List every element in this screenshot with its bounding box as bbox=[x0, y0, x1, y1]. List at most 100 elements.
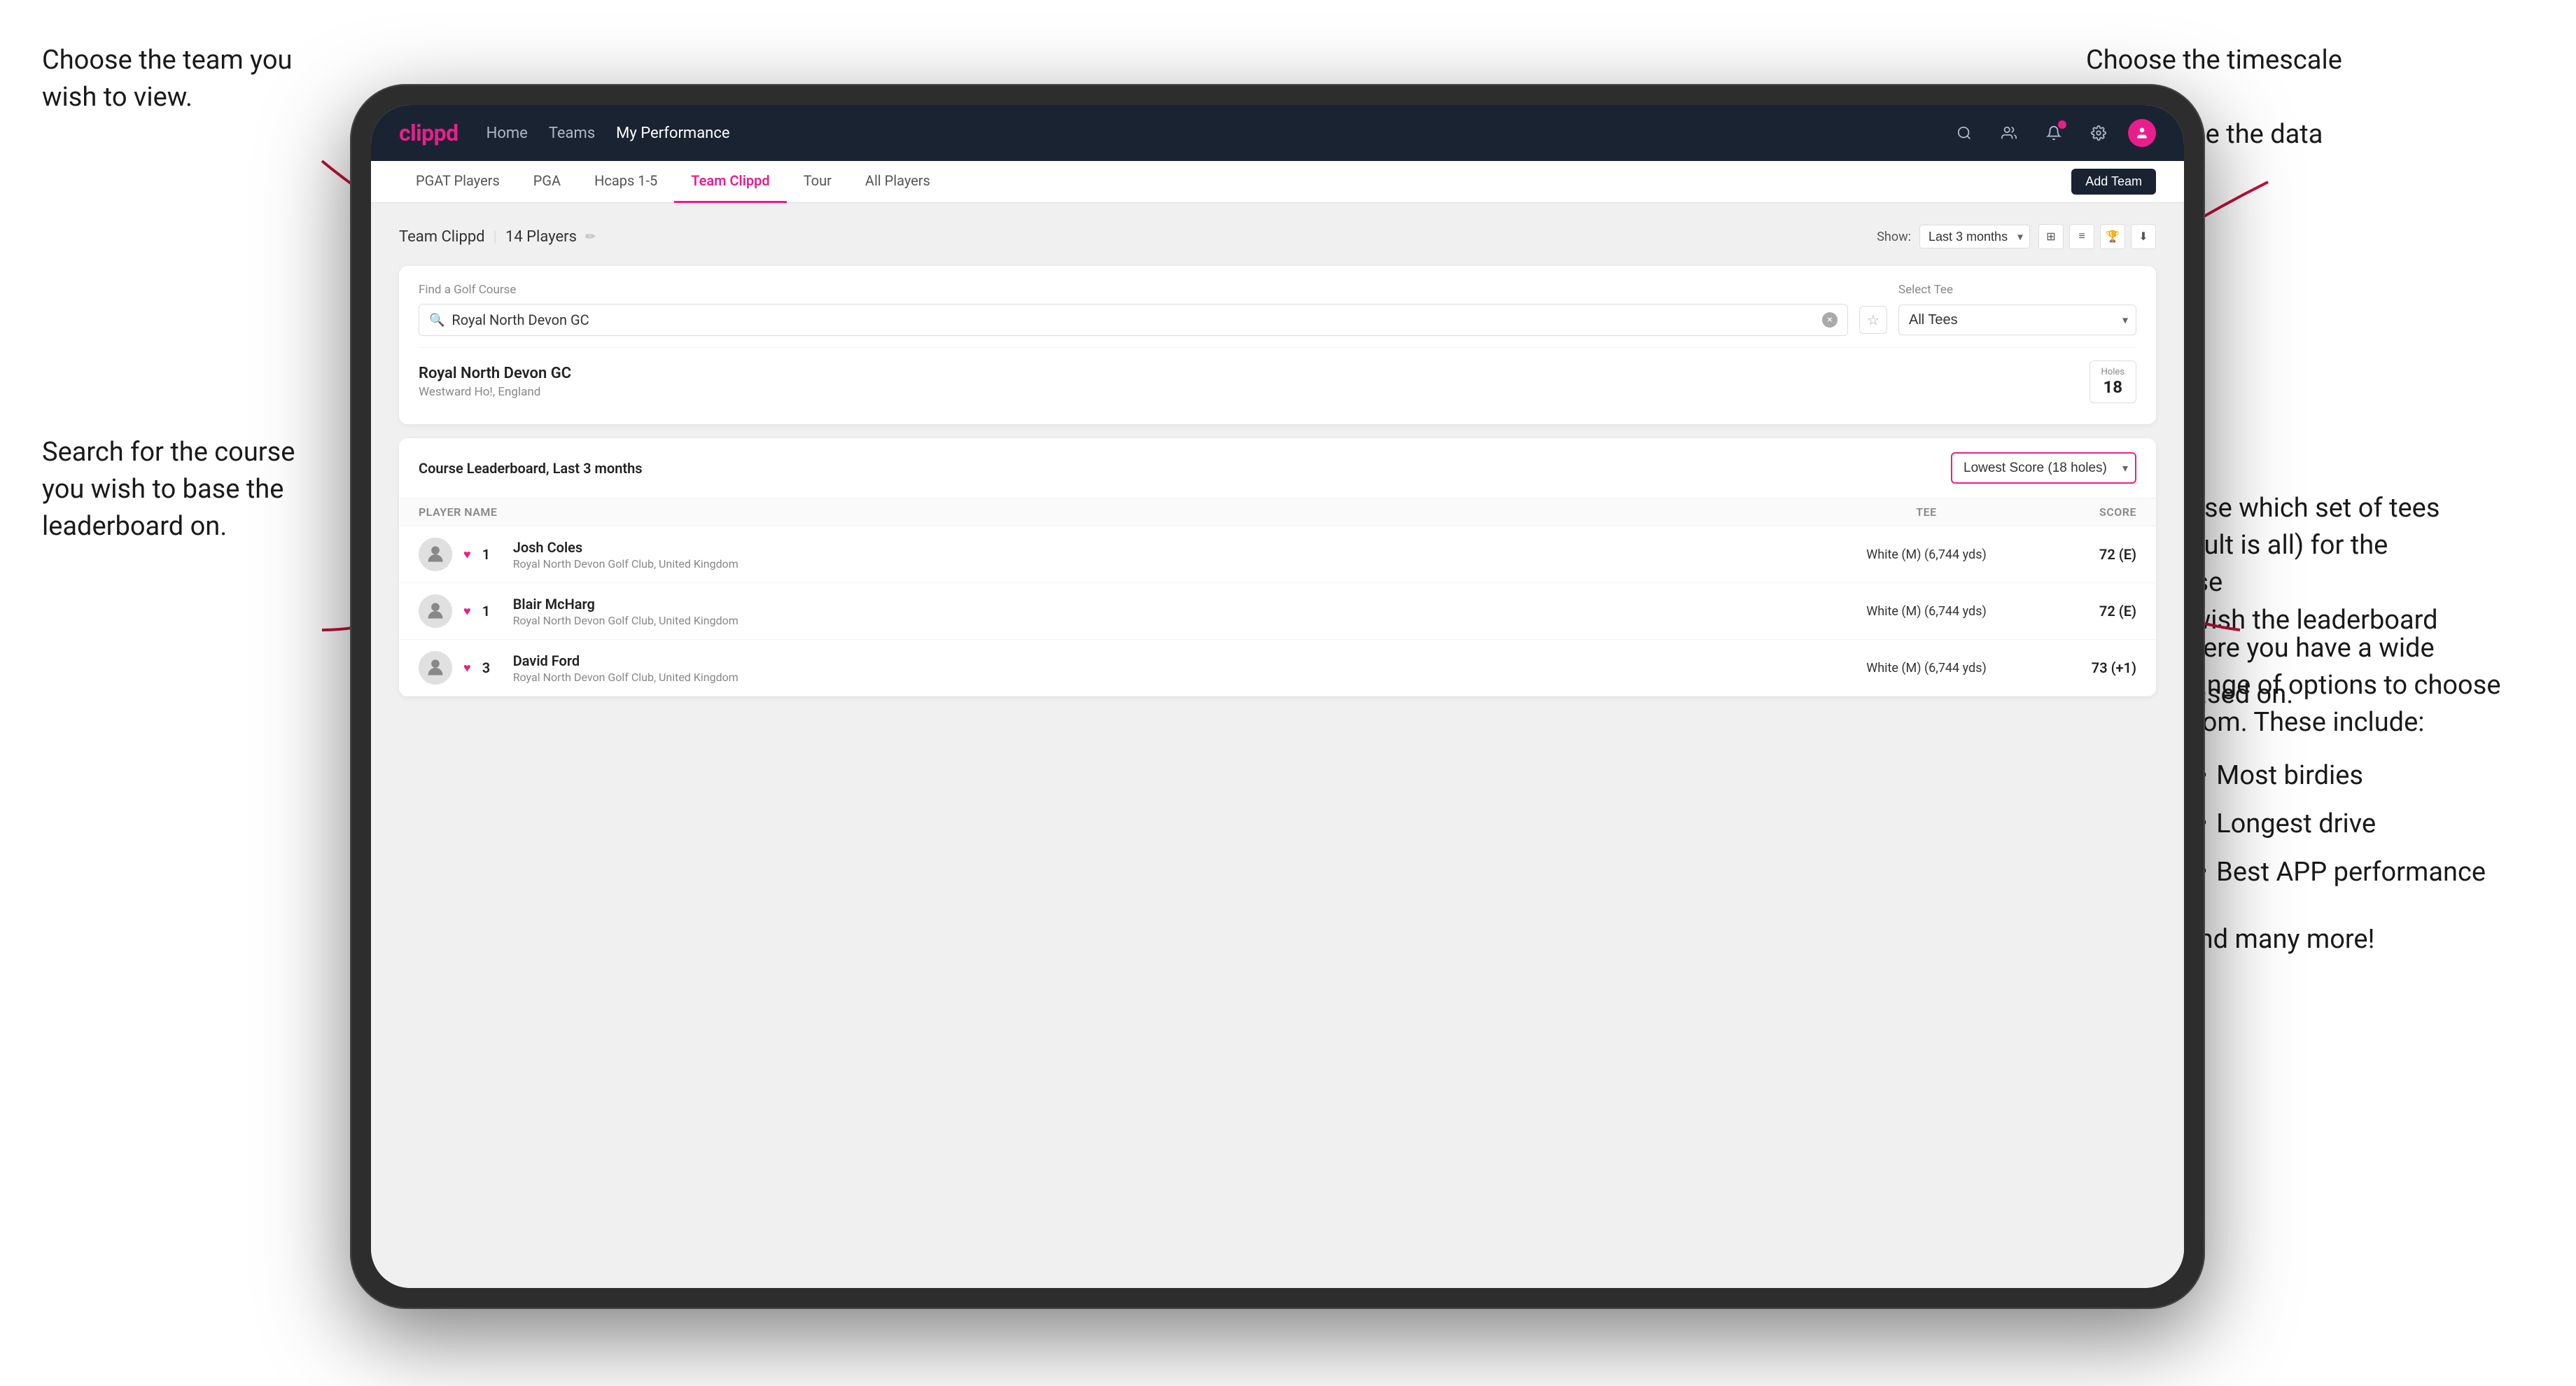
time-period-wrapper: Last 3 months bbox=[1919, 225, 2030, 248]
table-row: ♥ 1 Blair McHarg Royal North Devon Golf … bbox=[399, 583, 2156, 640]
options-list: Most birdies Longest drive Best APP perf… bbox=[2198, 756, 2506, 893]
course-name: Royal North Devon GC bbox=[419, 365, 571, 382]
nav-icon-group bbox=[1949, 118, 2156, 148]
show-controls: Show: Last 3 months ⊞ ≡ 🏆 ⬇ bbox=[1877, 224, 2156, 249]
leaderboard-table: PLAYER NAME TEE SCORE ♥ 1 bbox=[399, 498, 2156, 696]
leaderboard-title: Course Leaderboard, Last 3 months bbox=[419, 460, 643, 477]
player-heart-3: ♥ bbox=[463, 661, 471, 676]
col-header-tee: TEE bbox=[1828, 505, 2024, 519]
and-more-text: and many more! bbox=[2184, 921, 2506, 958]
player-rank-3: 3 bbox=[482, 659, 502, 676]
player-info-1: Josh Coles Royal North Devon Golf Club, … bbox=[513, 539, 738, 570]
ipad-device: clippd Home Teams My Performance bbox=[350, 84, 2205, 1309]
search-clear-button[interactable]: × bbox=[1822, 312, 1837, 328]
player-club-3: Royal North Devon Golf Club, United King… bbox=[513, 671, 738, 684]
tab-tour[interactable]: Tour bbox=[787, 161, 848, 203]
col-header-player: PLAYER NAME bbox=[419, 505, 1828, 519]
tab-list: PGAT Players PGA Hcaps 1-5 Team Clippd T… bbox=[399, 161, 947, 203]
nav-my-performance[interactable]: My Performance bbox=[616, 125, 729, 142]
search-input-row: 🔍 Royal North Devon GC × ☆ All Tees bbox=[419, 304, 2136, 336]
download-button[interactable]: ⬇ bbox=[2131, 224, 2156, 249]
grid-view-button[interactable]: ⊞ bbox=[2038, 224, 2064, 249]
course-details: Royal North Devon GC Westward Ho!, Engla… bbox=[419, 365, 571, 399]
search-section: Find a Golf Course Select Tee 🔍 Royal No… bbox=[399, 266, 2156, 424]
tee-select[interactable]: All Tees bbox=[1898, 304, 2136, 335]
team-name: Team Clippd bbox=[399, 228, 485, 246]
add-team-button[interactable]: Add Team bbox=[2071, 169, 2156, 195]
list-view-button[interactable]: ≡ bbox=[2069, 224, 2094, 249]
score-cell-3: 73 (+1) bbox=[2024, 659, 2136, 676]
edit-icon[interactable]: ✏ bbox=[585, 230, 596, 244]
tee-select-wrapper: All Tees bbox=[1898, 304, 2136, 335]
nav-links: Home Teams My Performance bbox=[486, 125, 730, 142]
player-info-3: David Ford Royal North Devon Golf Club, … bbox=[513, 652, 738, 684]
player-heart-1: ♥ bbox=[463, 547, 471, 562]
player-rank-2: 1 bbox=[482, 603, 502, 620]
player-club-1: Royal North Devon Golf Club, United King… bbox=[513, 557, 738, 570]
player-count: 14 Players bbox=[505, 228, 577, 246]
ipad-screen: clippd Home Teams My Performance bbox=[371, 105, 2184, 1288]
view-icon-group: ⊞ ≡ 🏆 ⬇ bbox=[2038, 224, 2156, 249]
main-content: Team Clippd | 14 Players ✏ Show: Last 3 … bbox=[371, 203, 2184, 1288]
tee-cell-2: White (M) (6,744 yds) bbox=[1828, 604, 2024, 619]
tab-team-clippd[interactable]: Team Clippd bbox=[674, 161, 786, 203]
holes-badge: Holes 18 bbox=[2090, 360, 2136, 403]
option-drive: Longest drive bbox=[2198, 804, 2506, 845]
search-labels: Find a Golf Course Select Tee bbox=[419, 283, 2136, 297]
col-header-score: SCORE bbox=[2024, 505, 2136, 519]
nav-home[interactable]: Home bbox=[486, 125, 528, 142]
course-location: Westward Ho!, England bbox=[419, 385, 571, 399]
player-rank-1: 1 bbox=[482, 546, 502, 563]
search-button[interactable] bbox=[1949, 118, 1980, 148]
annotation-top-left: Choose the team you wish to view. bbox=[42, 42, 308, 116]
user-avatar[interactable] bbox=[2128, 119, 2156, 147]
navigation-bar: clippd Home Teams My Performance bbox=[371, 105, 2184, 161]
search-value: Royal North Devon GC bbox=[451, 312, 1815, 328]
annotation-mid-left: Search for the course you wish to base t… bbox=[42, 434, 322, 546]
player-avatar-2 bbox=[419, 594, 452, 628]
score-cell-1: 72 (E) bbox=[2024, 546, 2136, 563]
player-club-2: Royal North Devon Golf Club, United King… bbox=[513, 614, 738, 627]
show-label: Show: bbox=[1877, 230, 1911, 244]
player-name-2: Blair McHarg bbox=[513, 596, 738, 612]
leaderboard-header: Course Leaderboard, Last 3 months Lowest… bbox=[399, 438, 2156, 498]
settings-button[interactable] bbox=[2083, 118, 2114, 148]
team-header: Team Clippd | 14 Players ✏ Show: Last 3 … bbox=[399, 224, 2156, 249]
notifications-button[interactable] bbox=[2038, 118, 2069, 148]
player-info-2: Blair McHarg Royal North Devon Golf Club… bbox=[513, 596, 738, 627]
tab-hcaps[interactable]: Hcaps 1-5 bbox=[578, 161, 674, 203]
nav-teams[interactable]: Teams bbox=[549, 125, 595, 142]
people-button[interactable] bbox=[1994, 118, 2024, 148]
annotation-bottom-right: Here you have a wide range of options to… bbox=[2184, 630, 2506, 958]
tab-bar: PGAT Players PGA Hcaps 1-5 Team Clippd T… bbox=[371, 161, 2184, 203]
team-title-group: Team Clippd | 14 Players ✏ bbox=[399, 228, 596, 246]
tab-all-players[interactable]: All Players bbox=[848, 161, 947, 203]
player-name-3: David Ford bbox=[513, 652, 738, 669]
tab-pga[interactable]: PGA bbox=[517, 161, 578, 203]
table-header: PLAYER NAME TEE SCORE bbox=[399, 498, 2156, 526]
table-row: ♥ 1 Josh Coles Royal North Devon Golf Cl… bbox=[399, 526, 2156, 583]
app-logo: clippd bbox=[399, 120, 458, 146]
player-name-1: Josh Coles bbox=[513, 539, 738, 556]
score-type-select[interactable]: Lowest Score (18 holes) bbox=[1951, 452, 2136, 484]
player-cell-3: ♥ 3 David Ford Royal North Devon Golf Cl… bbox=[419, 651, 1828, 685]
favorite-button[interactable]: ☆ bbox=[1859, 306, 1887, 334]
find-course-label: Find a Golf Course bbox=[419, 283, 1884, 297]
tee-cell-3: White (M) (6,744 yds) bbox=[1828, 661, 2024, 676]
score-type-wrapper: Lowest Score (18 holes) ▾ bbox=[1951, 452, 2136, 484]
leaderboard-section: Course Leaderboard, Last 3 months Lowest… bbox=[399, 438, 2156, 696]
select-tee-label: Select Tee bbox=[1898, 283, 2136, 297]
ipad-frame: clippd Home Teams My Performance bbox=[350, 84, 2205, 1309]
course-result: Royal North Devon GC Westward Ho!, Engla… bbox=[419, 347, 2136, 407]
course-search-field[interactable]: 🔍 Royal North Devon GC × bbox=[419, 304, 1848, 336]
notification-badge bbox=[2058, 120, 2066, 129]
player-heart-2: ♥ bbox=[463, 604, 471, 619]
pipe-separator: | bbox=[493, 228, 497, 246]
time-period-select[interactable]: Last 3 months bbox=[1919, 225, 2030, 248]
tab-pgat-players[interactable]: PGAT Players bbox=[399, 161, 517, 203]
player-cell-2: ♥ 1 Blair McHarg Royal North Devon Golf … bbox=[419, 594, 1828, 628]
player-avatar-3 bbox=[419, 651, 452, 685]
option-birdies: Most birdies bbox=[2198, 756, 2506, 797]
tee-cell-1: White (M) (6,744 yds) bbox=[1828, 547, 2024, 562]
trophy-button[interactable]: 🏆 bbox=[2100, 224, 2125, 249]
